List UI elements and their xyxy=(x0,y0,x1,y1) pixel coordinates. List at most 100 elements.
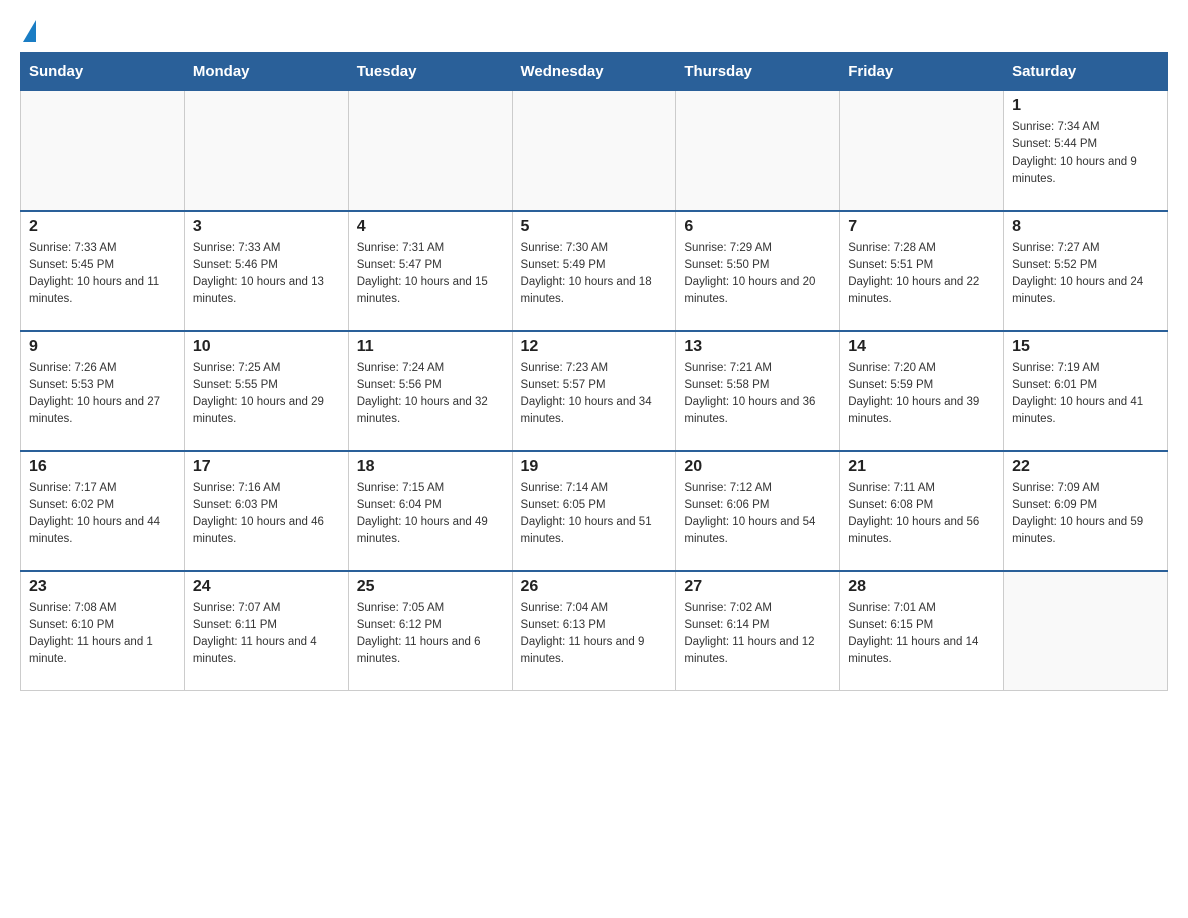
calendar-cell: 26Sunrise: 7:04 AMSunset: 6:13 PMDayligh… xyxy=(512,571,676,691)
calendar-cell xyxy=(512,91,676,211)
logo-triangle-icon xyxy=(23,20,36,42)
day-number: 17 xyxy=(193,458,340,476)
calendar-table: SundayMondayTuesdayWednesdayThursdayFrid… xyxy=(20,52,1168,691)
calendar-week-row: 2 Sunrise: 7:33 AMSunset: 5:45 PMDaylight… xyxy=(21,211,1168,331)
day-info: Sunrise: 7:29 AMSunset: 5:50 PMDaylight:… xyxy=(684,240,831,309)
calendar-cell: 5Sunrise: 7:30 AMSunset: 5:49 PMDaylight… xyxy=(512,211,676,331)
weekday-header-sunday: Sunday xyxy=(21,53,185,91)
day-number: 3 xyxy=(193,218,340,236)
day-number: 5 xyxy=(521,218,668,236)
day-info: Sunrise: 7:04 AMSunset: 6:13 PMDaylight:… xyxy=(521,600,668,669)
day-info: Sunrise: 7:27 AMSunset: 5:52 PMDaylight:… xyxy=(1012,240,1159,309)
day-number: 6 xyxy=(684,218,831,236)
day-number: 11 xyxy=(357,338,504,356)
day-number: 14 xyxy=(848,338,995,356)
calendar-cell: 10Sunrise: 7:25 AMSunset: 5:55 PMDayligh… xyxy=(184,331,348,451)
day-info: Sunrise: 7:02 AMSunset: 6:14 PMDaylight:… xyxy=(684,600,831,669)
weekday-header-wednesday: Wednesday xyxy=(512,53,676,91)
day-info: Sunrise: 7:19 AMSunset: 6:01 PMDaylight:… xyxy=(1012,360,1159,429)
calendar-cell xyxy=(676,91,840,211)
day-number: 8 xyxy=(1012,218,1159,236)
day-info: Sunrise: 7:34 AMSunset: 5:44 PMDaylight:… xyxy=(1012,119,1159,188)
day-info: Sunrise: 7:33 AMSunset: 5:45 PMDaylight:… xyxy=(29,240,176,309)
day-number: 19 xyxy=(521,458,668,476)
calendar-cell: 7Sunrise: 7:28 AMSunset: 5:51 PMDaylight… xyxy=(840,211,1004,331)
weekday-header-friday: Friday xyxy=(840,53,1004,91)
weekday-header-monday: Monday xyxy=(184,53,348,91)
calendar-cell: 28 Sunrise: 7:01 AMSunset: 6:15 PMDayligh… xyxy=(840,571,1004,691)
calendar-cell: 15 Sunrise: 7:19 AMSunset: 6:01 PMDayligh… xyxy=(1004,331,1168,451)
calendar-cell xyxy=(1004,571,1168,691)
calendar-week-row: 16 Sunrise: 7:17 AMSunset: 6:02 PMDayligh… xyxy=(21,451,1168,571)
calendar-cell: 2 Sunrise: 7:33 AMSunset: 5:45 PMDaylight… xyxy=(21,211,185,331)
weekday-header-row: SundayMondayTuesdayWednesdayThursdayFrid… xyxy=(21,53,1168,91)
logo-text xyxy=(20,20,36,42)
day-info: Sunrise: 7:23 AMSunset: 5:57 PMDaylight:… xyxy=(521,360,668,429)
day-number: 10 xyxy=(193,338,340,356)
weekday-header-thursday: Thursday xyxy=(676,53,840,91)
day-info: Sunrise: 7:09 AMSunset: 6:09 PMDaylight:… xyxy=(1012,480,1159,549)
calendar-cell: 12 Sunrise: 7:23 AMSunset: 5:57 PMDayligh… xyxy=(512,331,676,451)
calendar-week-row: 23Sunrise: 7:08 AMSunset: 6:10 PMDayligh… xyxy=(21,571,1168,691)
day-number: 13 xyxy=(684,338,831,356)
calendar-cell: 17 Sunrise: 7:16 AMSunset: 6:03 PMDayligh… xyxy=(184,451,348,571)
calendar-cell xyxy=(348,91,512,211)
day-info: Sunrise: 7:16 AMSunset: 6:03 PMDaylight:… xyxy=(193,480,340,549)
day-number: 23 xyxy=(29,578,176,596)
day-info: Sunrise: 7:20 AMSunset: 5:59 PMDaylight:… xyxy=(848,360,995,429)
calendar-cell: 6 Sunrise: 7:29 AMSunset: 5:50 PMDaylight… xyxy=(676,211,840,331)
day-number: 9 xyxy=(29,338,176,356)
calendar-cell: 16 Sunrise: 7:17 AMSunset: 6:02 PMDayligh… xyxy=(21,451,185,571)
day-info: Sunrise: 7:07 AMSunset: 6:11 PMDaylight:… xyxy=(193,600,340,669)
weekday-header-saturday: Saturday xyxy=(1004,53,1168,91)
day-number: 24 xyxy=(193,578,340,596)
day-number: 1 xyxy=(1012,97,1159,115)
calendar-cell: 25Sunrise: 7:05 AMSunset: 6:12 PMDayligh… xyxy=(348,571,512,691)
day-number: 4 xyxy=(357,218,504,236)
calendar-week-row: 9 Sunrise: 7:26 AMSunset: 5:53 PMDaylight… xyxy=(21,331,1168,451)
day-info: Sunrise: 7:11 AMSunset: 6:08 PMDaylight:… xyxy=(848,480,995,549)
calendar-cell: 9 Sunrise: 7:26 AMSunset: 5:53 PMDaylight… xyxy=(21,331,185,451)
calendar-cell xyxy=(840,91,1004,211)
calendar-cell: 14 Sunrise: 7:20 AMSunset: 5:59 PMDayligh… xyxy=(840,331,1004,451)
calendar-cell: 21 Sunrise: 7:11 AMSunset: 6:08 PMDayligh… xyxy=(840,451,1004,571)
day-info: Sunrise: 7:01 AMSunset: 6:15 PMDaylight:… xyxy=(848,600,995,669)
day-info: Sunrise: 7:31 AMSunset: 5:47 PMDaylight:… xyxy=(357,240,504,309)
day-info: Sunrise: 7:28 AMSunset: 5:51 PMDaylight:… xyxy=(848,240,995,309)
calendar-cell: 19 Sunrise: 7:14 AMSunset: 6:05 PMDayligh… xyxy=(512,451,676,571)
day-number: 15 xyxy=(1012,338,1159,356)
day-number: 12 xyxy=(521,338,668,356)
calendar-cell: 13 Sunrise: 7:21 AMSunset: 5:58 PMDayligh… xyxy=(676,331,840,451)
day-info: Sunrise: 7:14 AMSunset: 6:05 PMDaylight:… xyxy=(521,480,668,549)
day-number: 2 xyxy=(29,218,176,236)
day-info: Sunrise: 7:33 AMSunset: 5:46 PMDaylight:… xyxy=(193,240,340,309)
day-number: 16 xyxy=(29,458,176,476)
day-number: 28 xyxy=(848,578,995,596)
calendar-cell: 20 Sunrise: 7:12 AMSunset: 6:06 PMDayligh… xyxy=(676,451,840,571)
calendar-cell: 22Sunrise: 7:09 AMSunset: 6:09 PMDayligh… xyxy=(1004,451,1168,571)
calendar-cell: 24 Sunrise: 7:07 AMSunset: 6:11 PMDayligh… xyxy=(184,571,348,691)
calendar-cell: 1 Sunrise: 7:34 AMSunset: 5:44 PMDaylight… xyxy=(1004,91,1168,211)
calendar-cell: 4 Sunrise: 7:31 AMSunset: 5:47 PMDaylight… xyxy=(348,211,512,331)
calendar-cell: 11 Sunrise: 7:24 AMSunset: 5:56 PMDayligh… xyxy=(348,331,512,451)
calendar-cell: 27 Sunrise: 7:02 AMSunset: 6:14 PMDayligh… xyxy=(676,571,840,691)
day-number: 27 xyxy=(684,578,831,596)
calendar-cell: 23Sunrise: 7:08 AMSunset: 6:10 PMDayligh… xyxy=(21,571,185,691)
day-number: 21 xyxy=(848,458,995,476)
day-number: 20 xyxy=(684,458,831,476)
page-header xyxy=(20,20,1168,42)
day-info: Sunrise: 7:15 AMSunset: 6:04 PMDaylight:… xyxy=(357,480,504,549)
day-number: 18 xyxy=(357,458,504,476)
day-info: Sunrise: 7:17 AMSunset: 6:02 PMDaylight:… xyxy=(29,480,176,549)
calendar-cell xyxy=(184,91,348,211)
day-info: Sunrise: 7:21 AMSunset: 5:58 PMDaylight:… xyxy=(684,360,831,429)
day-info: Sunrise: 7:12 AMSunset: 6:06 PMDaylight:… xyxy=(684,480,831,549)
weekday-header-tuesday: Tuesday xyxy=(348,53,512,91)
logo xyxy=(20,20,36,42)
calendar-cell: 18 Sunrise: 7:15 AMSunset: 6:04 PMDayligh… xyxy=(348,451,512,571)
calendar-cell: 3 Sunrise: 7:33 AMSunset: 5:46 PMDaylight… xyxy=(184,211,348,331)
day-info: Sunrise: 7:24 AMSunset: 5:56 PMDaylight:… xyxy=(357,360,504,429)
day-info: Sunrise: 7:05 AMSunset: 6:12 PMDaylight:… xyxy=(357,600,504,669)
day-info: Sunrise: 7:26 AMSunset: 5:53 PMDaylight:… xyxy=(29,360,176,429)
calendar-cell xyxy=(21,91,185,211)
